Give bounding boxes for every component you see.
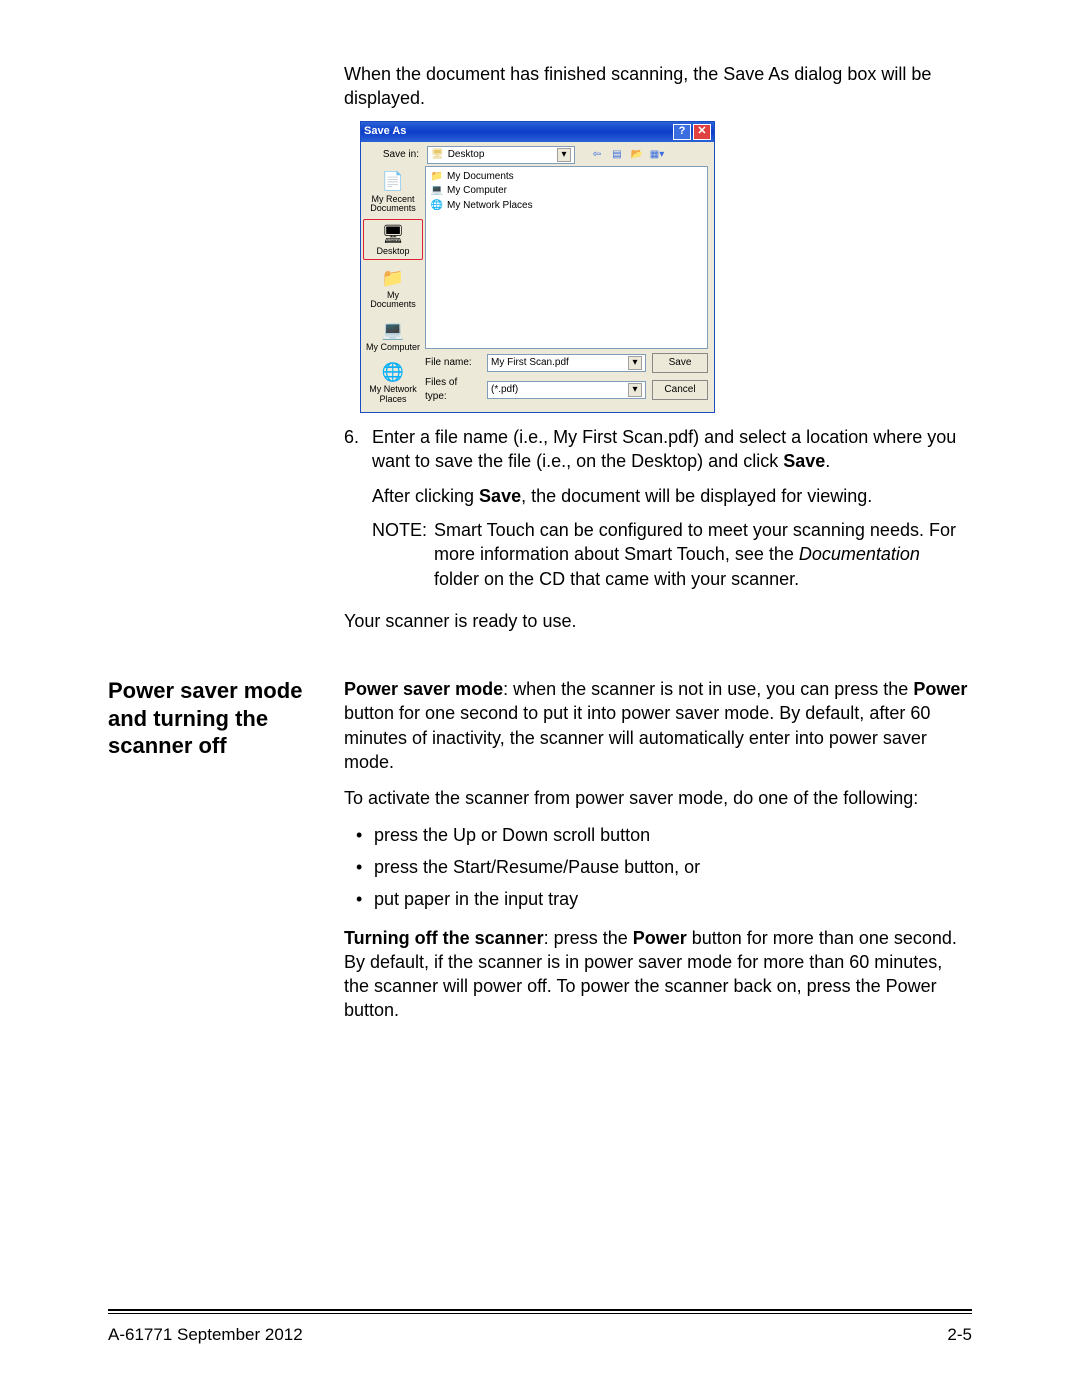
up-one-level-icon[interactable]: ▤ — [609, 147, 625, 163]
place-mycomp[interactable]: 💻 My Computer — [363, 316, 423, 354]
chevron-down-icon: ▾ — [628, 383, 642, 397]
desktop-place-icon: 🖥 — [378, 222, 408, 246]
place-mydocs[interactable]: 📁 My Documents — [363, 264, 423, 312]
filetype-label: Files of type: — [425, 376, 481, 403]
after-save-text: After clicking Save, the document will b… — [372, 484, 966, 508]
titlebar: Save As ? ✕ — [361, 122, 714, 142]
list-item[interactable]: 💻My Computer — [431, 184, 702, 198]
power-saver-para: Power saver mode: when the scanner is no… — [344, 677, 972, 774]
place-recent[interactable]: 📄 My Recent Documents — [363, 168, 423, 216]
save-in-row: Save in: 🖥 Desktop ▾ ⇦ ▤ 📂 ▦▾ — [361, 142, 714, 166]
save-as-dialog: Save As ? ✕ Save in: 🖥 Desktop ▾ ⇦ ▤ 📂 ▦… — [360, 121, 715, 414]
bullet-1: press the Up or Down scroll button — [356, 823, 972, 847]
place-network[interactable]: 🌐 My Network Places — [363, 358, 423, 406]
save-in-combo[interactable]: 🖥 Desktop ▾ — [427, 146, 575, 164]
save-as-dialog-figure: Save As ? ✕ Save in: 🖥 Desktop ▾ ⇦ ▤ 📂 ▦… — [360, 121, 950, 414]
footer-right: 2-5 — [947, 1324, 972, 1347]
back-icon[interactable]: ⇦ — [589, 147, 605, 163]
dialog-title: Save As — [364, 124, 406, 139]
chevron-down-icon: ▾ — [628, 356, 642, 370]
list-item[interactable]: 🌐My Network Places — [431, 199, 702, 213]
close-button[interactable]: ✕ — [693, 124, 711, 140]
file-list[interactable]: 📁My Documents 💻My Computer 🌐My Network P… — [425, 166, 708, 350]
help-button[interactable]: ? — [673, 124, 691, 140]
note: NOTE: Smart Touch can be configured to m… — [372, 518, 966, 591]
bullet-3: put paper in the input tray — [356, 887, 972, 911]
note-label: NOTE: — [372, 518, 434, 591]
filename-label: File name: — [425, 356, 481, 370]
filetype-combo[interactable]: (*.pdf) ▾ — [487, 381, 646, 399]
step6-text: Enter a file name (i.e., My First Scan.p… — [372, 425, 966, 474]
activate-intro: To activate the scanner from power saver… — [344, 786, 972, 810]
chevron-down-icon: ▾ — [557, 148, 571, 162]
cancel-button[interactable]: Cancel — [652, 380, 708, 400]
network-item-icon: 🌐 — [431, 199, 443, 211]
page-footer: A-61771 September 2012 2-5 — [108, 1309, 972, 1347]
save-in-label: Save in: — [367, 148, 419, 162]
bullet-2: press the Start/Resume/Pause button, or — [356, 855, 972, 879]
mycomp-icon: 💻 — [378, 318, 408, 342]
section-heading: Power saver mode and turning the scanner… — [108, 677, 344, 1035]
save-in-value: Desktop — [448, 148, 485, 162]
computer-icon: 💻 — [431, 185, 443, 197]
recent-icon: 📄 — [378, 170, 408, 194]
step-number: 6. — [344, 425, 372, 474]
place-desktop[interactable]: 🖥 Desktop — [363, 219, 423, 259]
mydocs-icon: 📁 — [378, 266, 408, 290]
save-button[interactable]: Save — [652, 353, 708, 373]
turning-off-para: Turning off the scanner: press the Power… — [344, 926, 972, 1023]
note-body: Smart Touch can be configured to meet yo… — [434, 518, 966, 591]
list-item[interactable]: 📁My Documents — [431, 170, 702, 184]
footer-left: A-61771 September 2012 — [108, 1324, 303, 1347]
desktop-icon: 🖥 — [431, 148, 444, 162]
network-icon: 🌐 — [378, 360, 408, 384]
places-bar: 📄 My Recent Documents 🖥 Desktop 📁 My Doc… — [361, 166, 425, 413]
intro-text: When the document has finished scanning,… — [344, 62, 966, 111]
new-folder-icon[interactable]: 📂 — [629, 147, 645, 163]
filename-input[interactable]: My First Scan.pdf ▾ — [487, 354, 646, 372]
views-icon[interactable]: ▦▾ — [649, 147, 665, 163]
ready-text: Your scanner is ready to use. — [344, 609, 966, 633]
folder-icon: 📁 — [431, 170, 443, 182]
